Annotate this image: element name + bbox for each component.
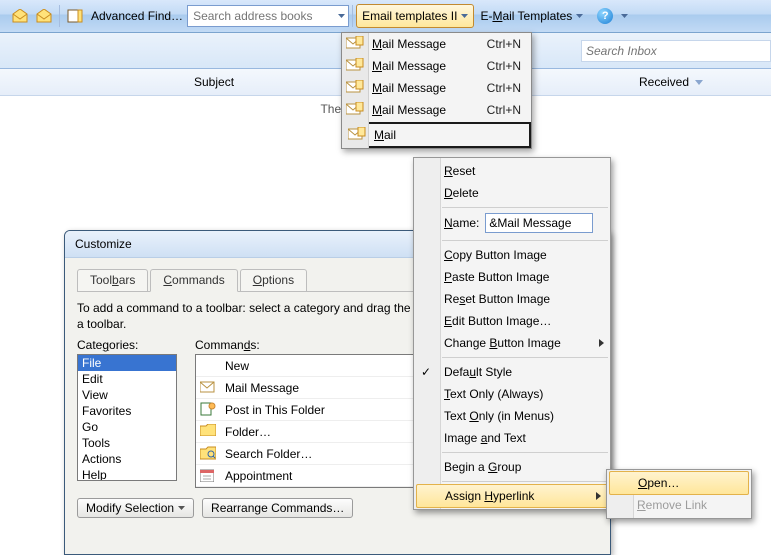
command-icon (200, 424, 220, 440)
command-icon (200, 446, 220, 462)
modify-selection-context-menu: Reset Delete Name: Copy Button Image Pas… (413, 157, 611, 510)
ctx-item-reset[interactable]: Reset (414, 160, 610, 182)
assign-hyperlink-submenu: Open… Remove Link (606, 469, 752, 519)
category-item[interactable]: Tools (78, 435, 176, 451)
ctx-item-paste-image[interactable]: Paste Button Image (414, 266, 610, 288)
chevron-down-icon[interactable] (576, 14, 583, 18)
envelope-open-icon[interactable] (8, 4, 32, 28)
ctx-item-text-only-menus[interactable]: Text Only (in Menus) (414, 405, 610, 427)
chevron-down-icon[interactable] (338, 14, 345, 18)
mail-message-icon (346, 58, 364, 74)
advanced-find-button[interactable]: Advanced Find… (87, 5, 187, 27)
dropdown-item-mail-message[interactable]: Mail (344, 124, 529, 146)
submenu-item-remove-link[interactable]: Remove Link (607, 494, 751, 516)
address-book-icon[interactable] (63, 4, 87, 28)
category-item[interactable]: Go (78, 419, 176, 435)
ctx-name-input[interactable] (485, 213, 593, 233)
category-item[interactable]: View (78, 387, 176, 403)
modify-selection-button[interactable]: Modify Selection (77, 498, 194, 518)
ctx-item-name-row: Name: (414, 211, 610, 237)
ctx-item-copy-image[interactable]: Copy Button Image (414, 244, 610, 266)
search-inbox-input[interactable] (582, 44, 750, 58)
search-address-books[interactable] (187, 5, 349, 27)
chevron-down-icon (178, 506, 185, 510)
ctx-item-default-style[interactable]: ✓Default Style (414, 361, 610, 383)
search-address-books-input[interactable] (191, 7, 335, 25)
command-icon (200, 380, 220, 396)
ctx-item-image-and-text[interactable]: Image and Text (414, 427, 610, 449)
tab-commands[interactable]: Commands (150, 269, 237, 292)
ctx-item-reset-image[interactable]: Reset Button Image (414, 288, 610, 310)
rearrange-commands-button[interactable]: Rearrange Commands… (202, 498, 353, 518)
dropdown-item-mail-message[interactable]: Mail MessageCtrl+N (342, 33, 531, 55)
dialog-title: Customize (75, 237, 132, 251)
mail-message-icon (348, 127, 366, 143)
ctx-item-edit-image[interactable]: Edit Button Image… (414, 310, 610, 332)
dropdown-item-mail-message[interactable]: Mail MessageCtrl+N (342, 99, 531, 121)
mail-message-icon (346, 36, 364, 52)
ctx-item-change-image[interactable]: Change Button Image (414, 332, 610, 354)
categories-label: Categories: (77, 338, 177, 352)
search-inbox[interactable] (581, 40, 771, 62)
email-templates-button[interactable]: E-Mail Templates (474, 4, 589, 28)
mail-message-icon (346, 80, 364, 96)
submenu-item-open[interactable]: Open… (609, 471, 749, 495)
chevron-down-icon[interactable] (621, 14, 628, 18)
tab-toolbars[interactable]: Toolbars (77, 269, 148, 292)
category-item[interactable]: Edit (78, 371, 176, 387)
help-icon[interactable]: ? (593, 4, 617, 28)
ribbon-toolbar: Advanced Find… Email templates II E-Mail… (0, 0, 771, 33)
mail-message-icon (346, 102, 364, 118)
ctx-item-assign-hyperlink[interactable]: Assign Hyperlink (416, 484, 608, 508)
command-icon (200, 358, 220, 374)
email-templates-ii-button[interactable]: Email templates II (356, 4, 474, 28)
command-icon (200, 468, 220, 484)
category-item[interactable]: Help (78, 467, 176, 481)
dropdown-item-mail-message[interactable]: Mail MessageCtrl+N (342, 55, 531, 77)
envelope-reply-icon[interactable] (32, 4, 56, 28)
dropdown-item-mail-message[interactable]: Mail MessageCtrl+N (342, 77, 531, 99)
ctx-item-begin-group[interactable]: Begin a Group (414, 456, 610, 478)
email-templates-dropdown: Mail MessageCtrl+NMail MessageCtrl+NMail… (341, 32, 532, 149)
category-item[interactable]: Favorites (78, 403, 176, 419)
sort-desc-icon (695, 80, 703, 85)
chevron-down-icon[interactable] (461, 14, 468, 18)
category-item[interactable]: File (78, 355, 176, 371)
column-received[interactable]: Received (639, 75, 703, 89)
command-icon (200, 402, 220, 418)
ctx-item-delete[interactable]: Delete (414, 182, 610, 204)
categories-listbox[interactable]: FileEditViewFavoritesGoToolsActionsHelpM… (77, 354, 177, 481)
ctx-item-text-only-always[interactable]: Text Only (Always) (414, 383, 610, 405)
column-subject[interactable]: Subject (194, 75, 234, 89)
category-item[interactable]: Actions (78, 451, 176, 467)
tab-options[interactable]: Options (240, 269, 307, 292)
